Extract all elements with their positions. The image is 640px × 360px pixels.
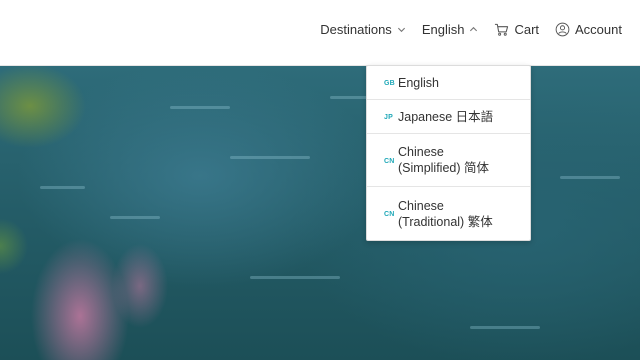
language-code-badge: GB bbox=[384, 80, 395, 87]
language-option-chinese-traditional[interactable]: CN Chinese (Traditional) 繁体 bbox=[367, 187, 530, 240]
main-nav: Destinations English Cart Account bbox=[320, 22, 622, 37]
water-ripple bbox=[170, 106, 230, 109]
chevron-up-icon bbox=[470, 26, 478, 32]
cart-label: Cart bbox=[514, 22, 540, 37]
account-label: Account bbox=[575, 22, 622, 37]
language-menu-button[interactable]: English bbox=[422, 22, 479, 37]
destinations-label: Destinations bbox=[320, 22, 392, 37]
language-option-label: English bbox=[398, 75, 439, 90]
water-ripple bbox=[250, 276, 340, 279]
language-code-badge: CN bbox=[384, 157, 395, 165]
language-option-label: Chinese (Traditional) 繁体 bbox=[398, 198, 493, 229]
language-dropdown: GB English JP Japanese 日本語 CN Chinese (S… bbox=[366, 65, 531, 241]
water-ripple bbox=[110, 216, 160, 219]
cart-button[interactable]: Cart bbox=[494, 22, 539, 37]
language-option-chinese-simplified[interactable]: CN Chinese (Simplified) 简体 bbox=[367, 134, 530, 187]
water-ripple bbox=[470, 326, 540, 329]
language-option-label: Chinese (Simplified) 简体 bbox=[398, 145, 489, 175]
cart-icon bbox=[495, 23, 509, 36]
water-ripple bbox=[560, 176, 620, 179]
language-option-japanese[interactable]: JP Japanese 日本語 bbox=[367, 100, 530, 134]
language-code-badge: CN bbox=[384, 211, 395, 218]
language-option-english[interactable]: GB English bbox=[367, 66, 530, 100]
language-label: English bbox=[421, 22, 465, 37]
water-ripple bbox=[230, 156, 310, 159]
account-icon bbox=[555, 22, 570, 37]
chevron-down-icon bbox=[397, 27, 405, 33]
hero-background-image bbox=[0, 66, 640, 360]
water-ripple bbox=[40, 186, 85, 189]
site-header: Destinations English Cart Account bbox=[0, 0, 640, 66]
water-ripple bbox=[330, 96, 370, 99]
account-button[interactable]: Account bbox=[555, 22, 622, 37]
language-option-label: Japanese 日本語 bbox=[398, 109, 494, 124]
language-code-badge: JP bbox=[384, 114, 393, 121]
destinations-menu-button[interactable]: Destinations bbox=[320, 22, 406, 37]
